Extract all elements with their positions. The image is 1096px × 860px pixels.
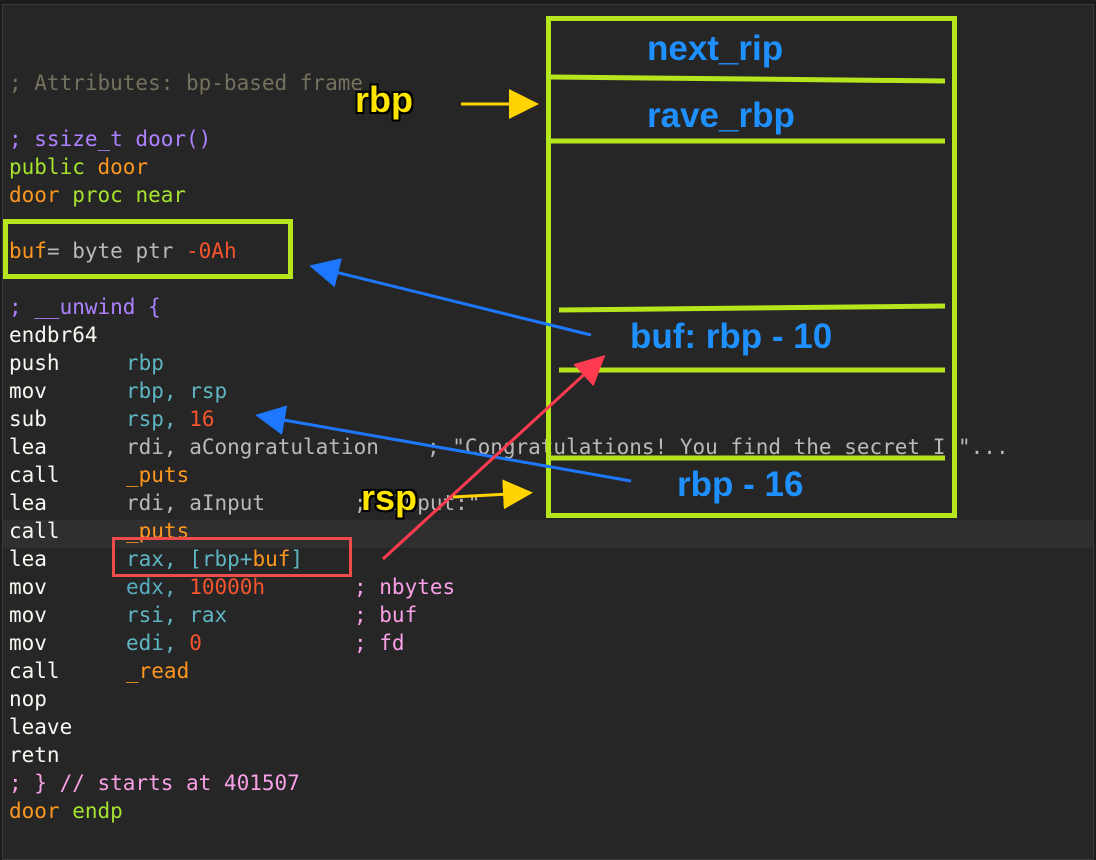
stack-slot-rsp: rbp - 16	[677, 465, 804, 504]
annotation-overlay	[255, 74, 946, 561]
stack-slot-saved-rbp: rave_rbp	[647, 96, 795, 135]
rsp-pointer-arrow	[452, 479, 533, 510]
disassembly-window: ; Attributes: bp-based frame ; ssize_t d…	[2, 4, 1094, 860]
stack-slot-buf: buf: rbp - 10	[630, 317, 833, 356]
rbp-pointer-label: rbp	[355, 79, 413, 120]
stack-slot-next-rip: next_rip	[647, 29, 784, 68]
stack-divider	[558, 303, 946, 313]
rsp-arrow	[255, 405, 632, 483]
stack-divider	[550, 74, 946, 84]
rsp-pointer-label: rsp	[361, 477, 418, 518]
buf-arrow	[309, 258, 592, 337]
